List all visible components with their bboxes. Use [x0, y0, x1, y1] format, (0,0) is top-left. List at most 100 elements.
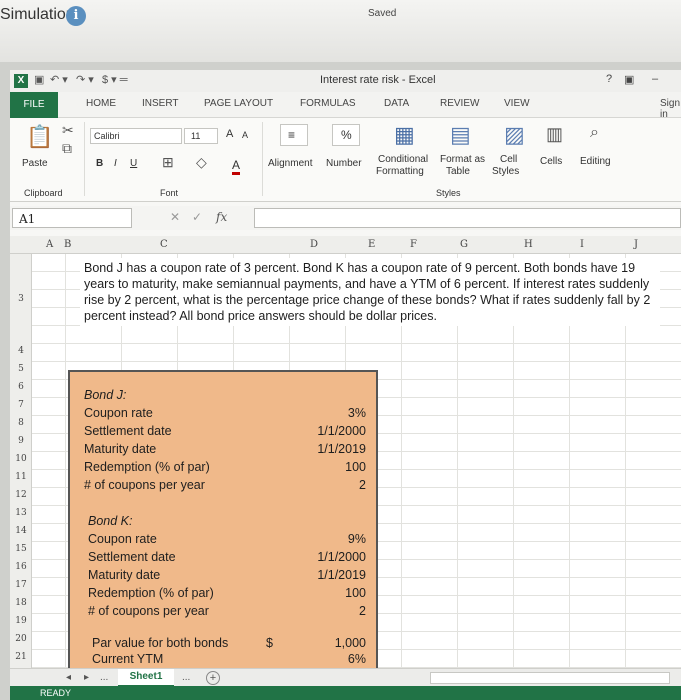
- conditional-formatting-button-line2[interactable]: Formatting: [376, 166, 424, 177]
- italic-button[interactable]: I: [114, 158, 117, 169]
- cell-value[interactable]: 2: [266, 478, 366, 492]
- cell-value[interactable]: 100: [266, 586, 366, 600]
- scroll-left-icon[interactable]: ◂: [66, 672, 71, 683]
- cell-value[interactable]: 9%: [266, 532, 366, 546]
- format-as-table-button[interactable]: Format as: [440, 154, 485, 165]
- cut-icon[interactable]: ✂: [62, 122, 74, 139]
- cell-value[interactable]: 1/1/2019: [266, 568, 366, 582]
- format-as-table-icon[interactable]: ▤: [450, 122, 471, 148]
- help-button[interactable]: ?: [606, 73, 612, 85]
- alignment-button[interactable]: Alignment: [268, 158, 312, 169]
- insert-function-button[interactable]: fx: [216, 210, 227, 224]
- underline-button[interactable]: U: [130, 158, 137, 169]
- row-header[interactable]: 19: [12, 616, 30, 626]
- column-header[interactable]: E: [368, 239, 375, 250]
- cell-value[interactable]: 1/1/2000: [266, 424, 366, 438]
- column-header[interactable]: F: [410, 239, 417, 250]
- cell-label[interactable]: Settlement date: [84, 424, 172, 438]
- tab-home[interactable]: HOME: [86, 98, 116, 109]
- quick-access-icon[interactable]: $ ▾ ═: [102, 73, 128, 86]
- ytm-label[interactable]: Current YTM: [92, 652, 163, 666]
- info-icon[interactable]: i: [66, 6, 86, 26]
- more-sheets-right-button[interactable]: ...: [182, 672, 190, 683]
- shrink-font-button[interactable]: A: [242, 130, 248, 140]
- cell-value[interactable]: 3%: [266, 406, 366, 420]
- tab-review[interactable]: REVIEW: [440, 98, 479, 109]
- row-header[interactable]: 21: [12, 652, 30, 662]
- save-icon[interactable]: ▣: [34, 73, 44, 86]
- row-header[interactable]: 3: [12, 294, 30, 304]
- font-name-select[interactable]: Calibri: [90, 128, 182, 144]
- row-header[interactable]: 14: [12, 526, 30, 536]
- conditional-formatting-button[interactable]: Conditional: [378, 154, 428, 165]
- column-header[interactable]: A: [46, 239, 53, 250]
- tab-insert[interactable]: INSERT: [142, 98, 179, 109]
- grow-font-button[interactable]: A: [226, 128, 233, 140]
- row-header[interactable]: 16: [12, 562, 30, 572]
- cell-value[interactable]: 2: [266, 604, 366, 618]
- undo-icon[interactable]: ↶ ▾: [50, 73, 68, 86]
- paste-button[interactable]: Paste: [22, 158, 48, 169]
- alignment-icon[interactable]: ≡: [280, 124, 308, 146]
- cell-value[interactable]: 1/1/2000: [266, 550, 366, 564]
- cell-label[interactable]: Coupon rate: [84, 406, 153, 420]
- column-header[interactable]: B: [64, 239, 71, 250]
- redo-icon[interactable]: ↷ ▾: [76, 73, 94, 86]
- row-header[interactable]: 8: [12, 418, 30, 428]
- number-button[interactable]: Number: [326, 158, 362, 169]
- cell-label[interactable]: Settlement date: [88, 550, 176, 564]
- sign-in-link[interactable]: Sign in: [660, 98, 681, 120]
- tab-page-layout[interactable]: PAGE LAYOUT: [204, 98, 273, 109]
- row-header[interactable]: 5: [12, 364, 30, 374]
- row-header[interactable]: 15: [12, 544, 30, 554]
- row-header[interactable]: 4: [12, 346, 30, 356]
- cell-label[interactable]: Coupon rate: [88, 532, 157, 546]
- more-sheets-button[interactable]: ...: [100, 672, 108, 683]
- font-color-button[interactable]: A: [232, 158, 241, 175]
- copy-icon[interactable]: ⧉: [62, 140, 72, 157]
- cells-icon[interactable]: ▥: [546, 124, 563, 145]
- column-header[interactable]: D: [310, 239, 318, 250]
- editing-button[interactable]: Editing: [580, 156, 611, 167]
- row-header[interactable]: 10: [12, 454, 30, 464]
- cell-label[interactable]: Redemption (% of par): [84, 460, 210, 474]
- paste-icon[interactable]: 📋: [26, 124, 53, 150]
- ytm-value[interactable]: 6%: [266, 652, 366, 666]
- cell-styles-button[interactable]: Cell: [500, 154, 517, 165]
- cell-value[interactable]: 1/1/2019: [266, 442, 366, 456]
- sheet-tab-sheet1[interactable]: Sheet1: [118, 669, 174, 687]
- worksheet-grid[interactable]: A B C D E F G H I J 3 4 5 6 7 8 9 10 11 …: [10, 236, 681, 668]
- row-header[interactable]: 6: [12, 382, 30, 392]
- find-icon[interactable]: ⌕: [590, 124, 599, 142]
- row-header[interactable]: 18: [12, 598, 30, 608]
- row-header[interactable]: 17: [12, 580, 30, 590]
- horizontal-scrollbar[interactable]: [430, 672, 670, 684]
- column-header[interactable]: G: [460, 239, 468, 250]
- cell-value[interactable]: 100: [266, 460, 366, 474]
- column-header[interactable]: C: [160, 239, 168, 250]
- cancel-icon[interactable]: ✕: [170, 210, 180, 224]
- par-value[interactable]: 1,000: [266, 636, 366, 650]
- row-header[interactable]: 20: [12, 634, 30, 644]
- formula-input[interactable]: [254, 208, 681, 228]
- cells-button[interactable]: Cells: [540, 156, 562, 167]
- cell-label[interactable]: Maturity date: [88, 568, 160, 582]
- format-as-table-button-line2[interactable]: Table: [446, 166, 470, 177]
- row-header[interactable]: 13: [12, 508, 30, 518]
- tab-file[interactable]: FILE: [10, 92, 58, 118]
- cell-label[interactable]: Maturity date: [84, 442, 156, 456]
- cell-styles-button-line2[interactable]: Styles: [492, 166, 519, 177]
- row-header[interactable]: 7: [12, 400, 30, 410]
- font-size-select[interactable]: 11: [184, 128, 218, 144]
- scroll-right-icon[interactable]: ▸: [84, 672, 89, 683]
- row-header[interactable]: 11: [12, 472, 30, 482]
- borders-icon[interactable]: ⊞: [162, 154, 174, 171]
- cell-label[interactable]: Redemption (% of par): [88, 586, 214, 600]
- name-box[interactable]: A1: [12, 208, 132, 228]
- fill-color-icon[interactable]: ◇: [196, 154, 207, 171]
- row-header[interactable]: 9: [12, 436, 30, 446]
- minimize-icon[interactable]: –: [652, 73, 658, 85]
- number-format-icon[interactable]: %: [332, 124, 360, 146]
- column-header[interactable]: I: [580, 239, 584, 250]
- row-header[interactable]: 12: [12, 490, 30, 500]
